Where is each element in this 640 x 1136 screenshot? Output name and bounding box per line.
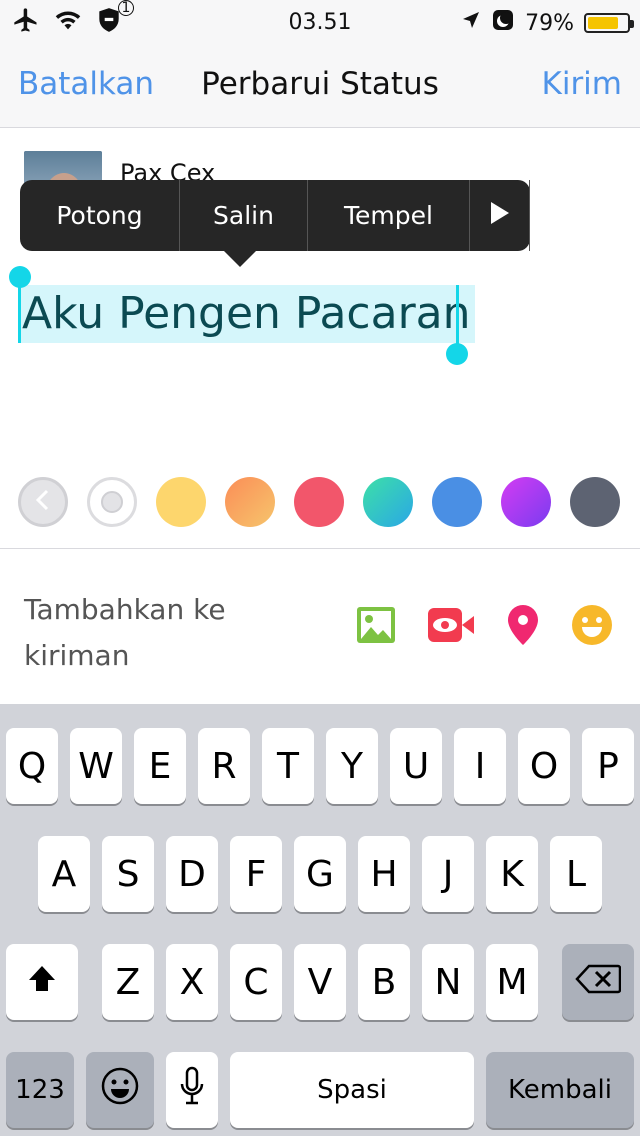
color-back-button[interactable] [18, 477, 68, 527]
color-swatch-blue[interactable] [432, 477, 482, 527]
key-r[interactable]: R [198, 728, 250, 804]
selection-start-bar [18, 281, 21, 343]
selection-end-handle[interactable] [446, 343, 468, 365]
chevron-left-icon [35, 489, 51, 515]
menu-pointer [224, 251, 256, 267]
status-text-selection[interactable]: Aku Pengen Pacaran [20, 285, 475, 343]
backspace-icon [575, 962, 622, 1003]
key-s[interactable]: S [102, 836, 154, 912]
emoji-keyboard-icon [100, 1066, 140, 1115]
key-n[interactable]: N [422, 944, 474, 1020]
status-text[interactable]: Aku Pengen Pacaran [22, 285, 471, 343]
key-b[interactable]: B [358, 944, 410, 1020]
key-h[interactable]: H [358, 836, 410, 912]
add-to-post-bar: Tambahkan ke kiriman [0, 548, 640, 704]
key-u[interactable]: U [390, 728, 442, 804]
emoji-icon[interactable] [572, 605, 612, 649]
key-x[interactable]: X [166, 944, 218, 1020]
add-to-post-icons [356, 605, 612, 649]
return-key[interactable]: Kembali [486, 1052, 634, 1128]
send-button[interactable]: Kirim [542, 66, 623, 102]
location-arrow-icon [461, 10, 481, 36]
location-icon[interactable] [506, 605, 540, 649]
key-p[interactable]: P [582, 728, 634, 804]
space-key[interactable]: Spasi [230, 1052, 474, 1128]
color-swatch-yellow[interactable] [156, 477, 206, 527]
dictation-key[interactable] [166, 1052, 218, 1128]
color-swatch-gray[interactable] [570, 477, 620, 527]
add-to-post-label: Tambahkan ke kiriman [24, 593, 226, 672]
color-swatch-orange[interactable] [225, 477, 275, 527]
cut-menu-item[interactable]: Potong [20, 180, 180, 251]
photo-icon[interactable] [356, 606, 396, 648]
video-icon[interactable] [428, 608, 474, 646]
copy-menu-item[interactable]: Salin [180, 180, 308, 251]
status-right-icons: 79% [461, 8, 634, 38]
key-q[interactable]: Q [6, 728, 58, 804]
play-arrow-icon [490, 201, 509, 230]
key-l[interactable]: L [550, 836, 602, 912]
color-swatch-white[interactable] [87, 477, 137, 527]
key-k[interactable]: K [486, 836, 538, 912]
color-swatch-purple[interactable] [501, 477, 551, 527]
navigation-bar: Batalkan Perbarui Status Kirim [0, 44, 640, 128]
edit-menu: Potong Salin Tempel [20, 180, 530, 267]
key-c[interactable]: C [230, 944, 282, 1020]
selection-end-bar [456, 285, 459, 347]
key-t[interactable]: T [262, 728, 314, 804]
shift-key[interactable] [6, 944, 78, 1020]
emoji-key[interactable] [86, 1052, 154, 1128]
numbers-key[interactable]: 123 [6, 1052, 74, 1128]
paste-menu-item[interactable]: Tempel [308, 180, 470, 251]
key-a[interactable]: A [38, 836, 90, 912]
microphone-icon [179, 1066, 205, 1115]
key-e[interactable]: E [134, 728, 186, 804]
key-i[interactable]: I [454, 728, 506, 804]
do-not-disturb-icon [491, 8, 515, 38]
key-v[interactable]: V [294, 944, 346, 1020]
status-bar: 1 03.51 79% [0, 0, 640, 44]
key-j[interactable]: J [422, 836, 474, 912]
key-z[interactable]: Z [102, 944, 154, 1020]
battery-icon [584, 13, 634, 33]
key-g[interactable]: G [294, 836, 346, 912]
background-color-picker [18, 477, 620, 527]
backspace-key[interactable] [562, 944, 634, 1020]
key-f[interactable]: F [230, 836, 282, 912]
color-swatch-red[interactable] [294, 477, 344, 527]
key-d[interactable]: D [166, 836, 218, 912]
key-m[interactable]: M [486, 944, 538, 1020]
key-o[interactable]: O [518, 728, 570, 804]
color-swatch-teal[interactable] [363, 477, 413, 527]
key-y[interactable]: Y [326, 728, 378, 804]
more-menu-item[interactable] [470, 180, 530, 251]
keyboard: Q W E R T Y U I O P A S D F G H J K L Z … [0, 704, 640, 1136]
battery-fill [588, 17, 619, 29]
key-w[interactable]: W [70, 728, 122, 804]
selection-start-handle[interactable] [9, 266, 31, 288]
shift-arrow-icon [27, 962, 57, 1003]
compose-area: Pax Cex Aku Pengen Pacaran Potong Salin … [0, 129, 640, 549]
battery-percent: 79% [525, 10, 574, 36]
